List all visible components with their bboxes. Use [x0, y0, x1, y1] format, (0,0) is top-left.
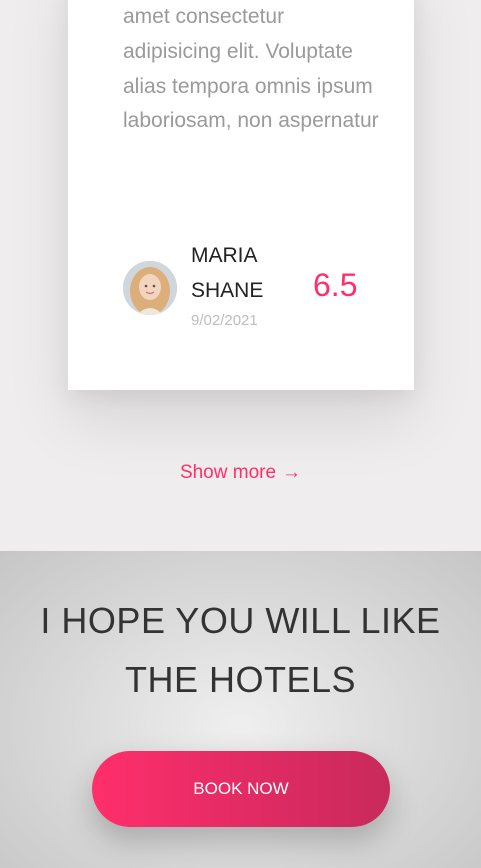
review-date: 9/02/2021	[191, 312, 258, 329]
book-now-button[interactable]: BOOK NOW	[92, 751, 390, 827]
reviewer-avatar	[123, 261, 177, 315]
show-more-link[interactable]: Show more →	[0, 462, 481, 484]
reviews-section: amet consectetur adipisicing elit. Volup…	[0, 0, 481, 551]
show-more-label: Show more	[179, 462, 277, 483]
arrow-right-icon: →	[282, 462, 302, 483]
booking-cta-section: I HOPE YOU WILL LIKE THE HOTELS BOOK NOW	[0, 551, 481, 868]
review-text: amet consectetur adipisicing elit. Volup…	[123, 5, 379, 133]
review-card: amet consectetur adipisicing elit. Volup…	[68, 0, 414, 390]
cta-title: I HOPE YOU WILL LIKE THE HOTELS	[40, 600, 441, 700]
reviewer-name: MARIA SHANE	[191, 244, 264, 302]
avatar-portrait-icon	[123, 261, 177, 315]
review-score: 6.5	[313, 267, 358, 303]
